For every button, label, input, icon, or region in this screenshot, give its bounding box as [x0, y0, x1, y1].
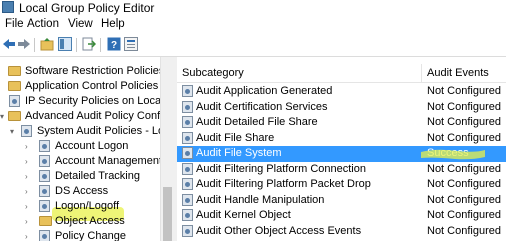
- audit-policy-icon: [39, 200, 50, 212]
- chevron-right-icon[interactable]: ›: [25, 187, 28, 196]
- folder-icon: [8, 66, 21, 76]
- tree-item-ip-security[interactable]: IP Security Policies on Local Co: [0, 94, 160, 109]
- properties-icon[interactable]: [124, 37, 138, 51]
- menu-file[interactable]: File: [5, 18, 24, 30]
- chevron-right-icon[interactable]: ›: [25, 217, 28, 226]
- tree-item-account-management[interactable]: › Account Management: [0, 154, 160, 169]
- audit-policy-icon: [182, 209, 193, 221]
- svg-text:?: ?: [111, 40, 117, 51]
- column-separator[interactable]: [421, 64, 422, 82]
- table-row[interactable]: Audit Handle Manipulation Not Configured: [177, 193, 506, 209]
- tree-item-object-access[interactable]: › Object Access: [0, 214, 160, 229]
- audit-policy-icon: [182, 100, 193, 113]
- audit-policy-icon: [182, 224, 193, 237]
- chevron-right-icon[interactable]: ›: [25, 202, 28, 211]
- chevron-right-icon[interactable]: ›: [25, 172, 28, 181]
- menu-help[interactable]: Help: [101, 18, 125, 30]
- toolbar-separator: [100, 38, 101, 52]
- table-header: Subcategory Audit Events: [177, 64, 506, 83]
- export-list-icon[interactable]: [82, 37, 96, 51]
- audit-policy-icon: [39, 185, 50, 197]
- audit-policy-icon: [182, 193, 193, 206]
- audit-policy-icon: [182, 116, 193, 128]
- toolbar: ?: [0, 34, 506, 57]
- tree-item-advanced-audit[interactable]: ▾ Advanced Audit Policy Configu: [0, 109, 160, 124]
- title-bar: Local Group Policy Editor: [0, 0, 506, 16]
- chevron-down-icon[interactable]: ▾: [10, 127, 14, 136]
- audit-policy-icon: [182, 162, 193, 175]
- chevron-right-icon[interactable]: ›: [25, 142, 28, 151]
- audit-policy-icon: [182, 147, 193, 159]
- menu-bar: File Action View Help: [0, 16, 506, 34]
- tree-item-software-restriction[interactable]: Software Restriction Policies: [0, 64, 160, 79]
- tree-item-logon-logoff[interactable]: › Logon/Logoff: [0, 199, 160, 214]
- chevron-right-icon[interactable]: ›: [25, 157, 28, 166]
- audit-policy-icon: [182, 85, 193, 97]
- audit-policy-icon: [21, 125, 32, 137]
- scrollbar-thumb[interactable]: [163, 187, 172, 241]
- audit-policy-icon: [182, 178, 193, 190]
- menu-view[interactable]: View: [68, 18, 93, 30]
- back-icon[interactable]: [2, 37, 16, 51]
- tree-item-ds-access[interactable]: › DS Access: [0, 184, 160, 199]
- highlighter-mark: [421, 149, 485, 160]
- audit-policy-icon: [39, 140, 50, 152]
- table-row[interactable]: Audit Application Generated Not Configur…: [177, 84, 506, 100]
- audit-policy-icon: [39, 170, 50, 182]
- tree-scrollbar[interactable]: [160, 57, 174, 241]
- chevron-right-icon[interactable]: ›: [25, 232, 28, 241]
- window-title: Local Group Policy Editor: [19, 1, 155, 15]
- audit-policy-icon: [39, 230, 50, 241]
- table-row[interactable]: Audit Other Object Access Events Not Con…: [177, 224, 506, 240]
- folder-icon: [8, 111, 21, 121]
- column-header-subcategory[interactable]: Subcategory: [182, 67, 244, 79]
- show-hide-tree-icon[interactable]: [58, 37, 72, 51]
- table-row[interactable]: Audit Certification Services Not Configu…: [177, 100, 506, 116]
- folder-icon: [39, 216, 52, 226]
- column-header-audit-events[interactable]: Audit Events: [427, 67, 489, 79]
- tree-item-detailed-tracking[interactable]: › Detailed Tracking: [0, 169, 160, 184]
- tree-item-system-audit-policies[interactable]: ▾ System Audit Policies - Loca: [0, 124, 160, 139]
- audit-policy-icon: [39, 155, 50, 167]
- tree-item-account-logon[interactable]: › Account Logon: [0, 139, 160, 154]
- menu-action[interactable]: Action: [27, 18, 59, 30]
- ip-security-icon: [9, 95, 20, 107]
- audit-policy-icon: [182, 131, 193, 144]
- tree-item-policy-change[interactable]: › Policy Change: [0, 229, 160, 241]
- toolbar-separator: [76, 38, 77, 52]
- app-icon: [2, 1, 14, 13]
- folder-icon: [8, 81, 21, 91]
- details-pane: Subcategory Audit Events Audit Applicati…: [177, 57, 506, 241]
- chevron-down-icon[interactable]: ▾: [0, 112, 4, 121]
- table-row[interactable]: Audit Filtering Platform Packet Drop Not…: [177, 177, 506, 193]
- tree-item-application-control[interactable]: Application Control Policies: [0, 79, 160, 94]
- help-icon[interactable]: ?: [107, 37, 121, 51]
- toolbar-separator: [34, 38, 35, 52]
- forward-icon[interactable]: [17, 37, 31, 51]
- table-row[interactable]: Audit Detailed File Share Not Configured: [177, 115, 506, 131]
- table-row[interactable]: Audit Kernel Object Not Configured: [177, 208, 506, 224]
- tree-pane: Software Restriction Policies Applicatio…: [0, 57, 160, 241]
- up-folder-icon[interactable]: [40, 37, 54, 51]
